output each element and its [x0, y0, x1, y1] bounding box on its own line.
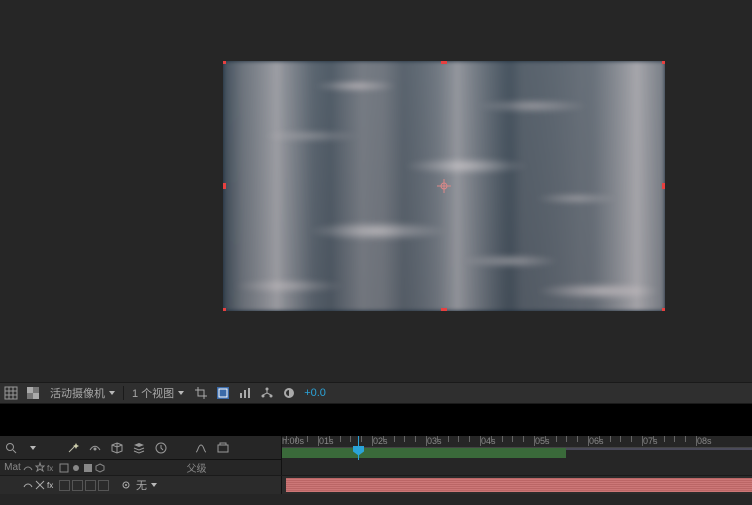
- graph-editor-icon[interactable]: [190, 437, 212, 459]
- hierarchy-icon[interactable]: [256, 382, 278, 404]
- transparency-grid-icon[interactable]: [22, 382, 44, 404]
- handle-tl[interactable]: [223, 61, 226, 64]
- layer-track[interactable]: [282, 476, 752, 494]
- row-fx-icon[interactable]: fx: [46, 479, 58, 491]
- row-motion-blur-toggle[interactable]: [72, 480, 83, 491]
- panel-gap: [0, 404, 752, 436]
- timeline-toolbar: h:00s01s02s03s04s05s06s07s08s: [0, 436, 752, 460]
- col-parent: 父级: [106, 460, 281, 476]
- switch-shy-icon: [22, 462, 34, 474]
- ruler-tick-label: 02s: [373, 436, 388, 446]
- parent-value: 无: [136, 477, 147, 493]
- switch-motion-blur-icon: [70, 462, 82, 474]
- handle-ml[interactable]: [223, 183, 226, 189]
- pickwhip-icon[interactable]: [120, 479, 132, 491]
- safe-zones-icon[interactable]: [212, 382, 234, 404]
- col-mat: Mat: [0, 460, 22, 476]
- layer-duration-bar[interactable]: [286, 478, 752, 492]
- ruler-tick-label: 04s: [481, 436, 496, 446]
- chevron-down-icon: [109, 391, 115, 395]
- 3d-cube-icon[interactable]: [106, 437, 128, 459]
- svg-text:fx: fx: [47, 481, 53, 490]
- row-adjustment-toggle[interactable]: [85, 480, 96, 491]
- composition-preview[interactable]: [0, 0, 752, 382]
- switch-star-icon: [34, 462, 46, 474]
- fx-wand-icon[interactable]: [62, 437, 84, 459]
- handle-bc[interactable]: [441, 308, 447, 311]
- row-collapse-icon[interactable]: [34, 479, 46, 491]
- exposure-value[interactable]: +0.0: [300, 387, 330, 399]
- handle-tc[interactable]: [441, 61, 447, 64]
- filter-dropdown-icon[interactable]: [22, 437, 44, 459]
- switch-3d-icon: [94, 462, 106, 474]
- ruler-tick-label: 08s: [697, 436, 712, 446]
- grid-icon[interactable]: [0, 382, 22, 404]
- layers-icon[interactable]: [128, 437, 150, 459]
- chevron-down-icon: [151, 483, 157, 487]
- ruler-tick-label: 01s: [319, 436, 334, 446]
- handle-bl[interactable]: [223, 308, 226, 311]
- current-time-indicator[interactable]: [358, 436, 359, 460]
- clock-icon[interactable]: [150, 437, 172, 459]
- active-camera-dropdown[interactable]: 活动摄像机: [44, 382, 121, 404]
- layer-row[interactable]: fx 无: [0, 476, 752, 494]
- search-icon[interactable]: [0, 437, 22, 459]
- preview-toolbar: 活动摄像机 1 个视图 +0.0: [0, 382, 752, 404]
- svg-text:fx: fx: [47, 464, 53, 473]
- handle-tr[interactable]: [662, 61, 665, 64]
- row-shy-icon[interactable]: [22, 479, 34, 491]
- active-camera-label: 活动摄像机: [50, 385, 105, 401]
- channel-icon[interactable]: [234, 382, 256, 404]
- ruler-tick-label: 07s: [643, 436, 658, 446]
- work-area-bar[interactable]: [282, 448, 566, 458]
- shy-icon[interactable]: [84, 437, 106, 459]
- chevron-down-icon: [178, 391, 184, 395]
- switch-fx-icon: fx: [46, 462, 58, 474]
- time-ruler[interactable]: h:00s01s02s03s04s05s06s07s08s: [282, 436, 752, 460]
- views-count-dropdown[interactable]: 1 个视图: [126, 382, 190, 404]
- row-frame-blend-toggle[interactable]: [59, 480, 70, 491]
- handle-br[interactable]: [662, 308, 665, 311]
- ruler-tick-label: 05s: [535, 436, 550, 446]
- row-3d-toggle[interactable]: [98, 480, 109, 491]
- separator: [123, 386, 124, 400]
- crop-icon[interactable]: [190, 382, 212, 404]
- parent-dropdown[interactable]: 无: [132, 477, 161, 493]
- switch-adjustment-icon: [82, 462, 94, 474]
- timeline-panel: h:00s01s02s03s04s05s06s07s08s Mat fx 父级 …: [0, 436, 752, 505]
- timeline-column-header: Mat fx 父级: [0, 460, 752, 476]
- reset-exposure-icon[interactable]: [278, 382, 300, 404]
- layer-bounding-box[interactable]: [223, 61, 665, 311]
- switch-frame-blend-icon: [58, 462, 70, 474]
- ruler-tick-label: 03s: [427, 436, 442, 446]
- anchor-point[interactable]: [437, 179, 451, 193]
- snapshot-icon[interactable]: [212, 437, 234, 459]
- views-count-label: 1 个视图: [132, 385, 174, 401]
- handle-mr[interactable]: [662, 183, 665, 189]
- ruler-tick-label: 06s: [589, 436, 604, 446]
